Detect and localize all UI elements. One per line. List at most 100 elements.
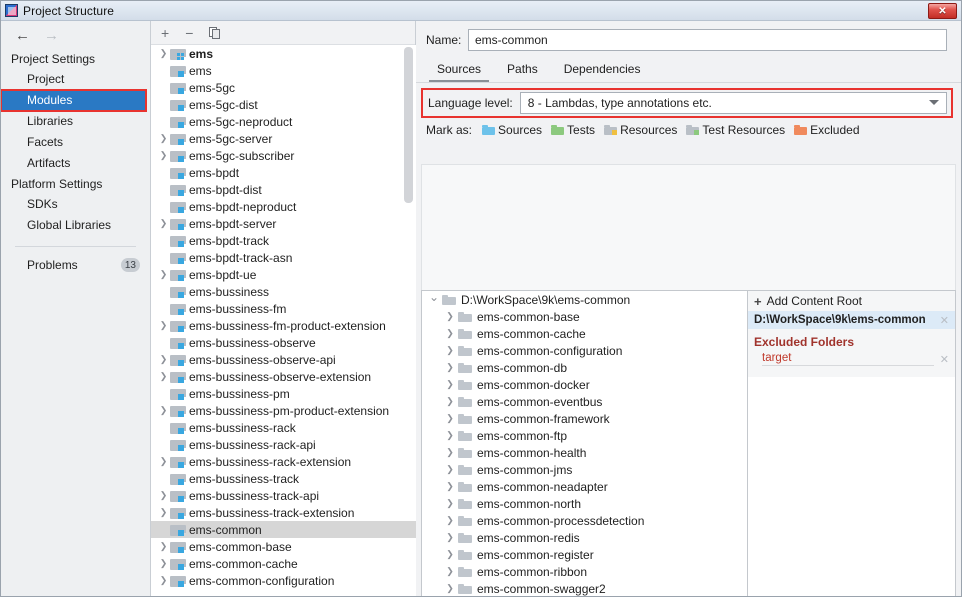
chevron-right-icon[interactable]: ❯ — [442, 379, 458, 390]
content-tree-item[interactable]: ❯ems-common-cache — [422, 325, 747, 342]
sidebar-item-problems[interactable]: Problems 13 — [1, 255, 150, 275]
module-list-item[interactable]: ❯ems-bussiness-rack — [151, 419, 416, 436]
mark-as-resources-button[interactable]: Resources — [604, 123, 677, 137]
chevron-right-icon[interactable]: ❯ — [442, 430, 458, 441]
chevron-right-icon[interactable]: ❯ — [442, 549, 458, 560]
content-tree-item[interactable]: ❯ems-common-ftp — [422, 427, 747, 444]
add-content-root-button[interactable]: + Add Content Root — [748, 291, 955, 311]
module-list-item[interactable]: ❯ems-bpdt-track-asn — [151, 249, 416, 266]
copy-module-icon[interactable] — [209, 27, 221, 39]
module-list-item[interactable]: ❯ems-bussiness-fm — [151, 300, 416, 317]
module-list-item[interactable]: ❯ems-bussiness-observe — [151, 334, 416, 351]
chevron-right-icon[interactable]: ❯ — [157, 541, 170, 552]
module-list-item[interactable]: ❯ems-bussiness-pm-product-extension — [151, 402, 416, 419]
module-list-item[interactable]: ❯ems-5gc-subscriber — [151, 147, 416, 164]
module-list-item[interactable]: ❯ems-bussiness-observe-api — [151, 351, 416, 368]
chevron-right-icon[interactable]: ❯ — [157, 218, 170, 229]
module-list-item[interactable]: ❯ems — [151, 62, 416, 79]
tab-sources[interactable]: Sources — [429, 60, 489, 82]
module-list-item[interactable]: ❯ems-bpdt-server — [151, 215, 416, 232]
mark-as-test-resources-button[interactable]: Test Resources — [686, 123, 785, 137]
module-list-item[interactable]: ❯ems-5gc — [151, 79, 416, 96]
module-list-item[interactable]: ❯ems-common — [151, 521, 416, 538]
language-level-select[interactable]: 8 - Lambdas, type annotations etc. — [520, 92, 947, 114]
chevron-right-icon[interactable]: ❯ — [442, 413, 458, 424]
module-list-item[interactable]: ❯ems-bpdt-ue — [151, 266, 416, 283]
mark-as-excluded-button[interactable]: Excluded — [794, 123, 859, 137]
content-tree-item[interactable]: ❯ems-common-configuration — [422, 342, 747, 359]
content-tree-item[interactable]: ❯ems-common-eventbus — [422, 393, 747, 410]
chevron-right-icon[interactable]: ❯ — [157, 269, 170, 280]
module-list-item[interactable]: ❯ems-bussiness-rack-api — [151, 436, 416, 453]
module-list-item[interactable]: ❯ems-5gc-neproduct — [151, 113, 416, 130]
module-list-item[interactable]: ❯ems-5gc-dist — [151, 96, 416, 113]
chevron-right-icon[interactable]: ❯ — [442, 498, 458, 509]
sidebar-item-sdks[interactable]: SDKs — [1, 194, 150, 215]
module-list-item[interactable]: ❯ems-bussiness-pm — [151, 385, 416, 402]
module-list-item[interactable]: ❯ems-bussiness-track-api — [151, 487, 416, 504]
sidebar-item-global-libraries[interactable]: Global Libraries — [1, 215, 150, 236]
chevron-right-icon[interactable]: ❯ — [442, 362, 458, 373]
sidebar-item-artifacts[interactable]: Artifacts — [1, 153, 150, 174]
modules-list[interactable]: ❯ems❯ems❯ems-5gc❯ems-5gc-dist❯ems-5gc-ne… — [151, 45, 416, 597]
chevron-right-icon[interactable]: ❯ — [157, 320, 170, 331]
content-tree-item[interactable]: ❯ems-common-base — [422, 308, 747, 325]
module-list-item[interactable]: ❯ems-bussiness-track-extension — [151, 504, 416, 521]
content-root-tree-root[interactable]: ⌄D:\WorkSpace\9k\ems-common — [422, 291, 747, 308]
chevron-right-icon[interactable]: ❯ — [157, 405, 170, 416]
content-tree-item[interactable]: ❯ems-common-framework — [422, 410, 747, 427]
module-list-item[interactable]: ❯ems-bpdt — [151, 164, 416, 181]
module-list-item[interactable]: ❯ems-common-cache — [151, 555, 416, 572]
mark-as-sources-button[interactable]: Sources — [482, 123, 542, 137]
module-list-item[interactable]: ❯ems-bussiness-rack-extension — [151, 453, 416, 470]
modules-scrollbar-thumb[interactable] — [404, 47, 413, 203]
sidebar-item-modules[interactable]: Modules — [1, 90, 146, 111]
remove-content-root-icon[interactable]: ✕ — [940, 314, 949, 327]
remove-module-icon[interactable]: − — [185, 26, 193, 40]
module-list-item[interactable]: ❯ems-bussiness — [151, 283, 416, 300]
back-arrow-icon[interactable]: ← — [15, 28, 30, 43]
content-tree-item[interactable]: ❯ems-common-jms — [422, 461, 747, 478]
module-list-item[interactable]: ❯ems-common-configuration — [151, 572, 416, 589]
chevron-right-icon[interactable]: ❯ — [157, 371, 170, 382]
chevron-right-icon[interactable]: ❯ — [442, 396, 458, 407]
content-root-tree[interactable]: ⌄D:\WorkSpace\9k\ems-common❯ems-common-b… — [421, 290, 748, 597]
content-tree-item[interactable]: ❯ems-common-swagger2 — [422, 580, 747, 597]
mark-as-tests-button[interactable]: Tests — [551, 123, 595, 137]
chevron-right-icon[interactable]: ❯ — [442, 447, 458, 458]
chevron-right-icon[interactable]: ❯ — [442, 481, 458, 492]
sidebar-item-libraries[interactable]: Libraries — [1, 111, 150, 132]
chevron-right-icon[interactable]: ❯ — [442, 566, 458, 577]
module-list-item[interactable]: ❯ems-common-base — [151, 538, 416, 555]
chevron-right-icon[interactable]: ❯ — [157, 490, 170, 501]
content-tree-item[interactable]: ❯ems-common-redis — [422, 529, 747, 546]
remove-excluded-folder-icon[interactable]: ✕ — [940, 353, 949, 366]
tab-dependencies[interactable]: Dependencies — [556, 60, 649, 82]
chevron-right-icon[interactable]: ❯ — [157, 354, 170, 365]
chevron-right-icon[interactable]: ❯ — [442, 532, 458, 543]
sidebar-item-project[interactable]: Project — [1, 69, 150, 90]
module-list-item[interactable]: ❯ems-bussiness-track — [151, 470, 416, 487]
module-name-input[interactable] — [468, 29, 947, 51]
module-list-item[interactable]: ❯ems-bpdt-track — [151, 232, 416, 249]
modules-scrollbar[interactable] — [404, 47, 413, 593]
content-tree-item[interactable]: ❯ems-common-processdetection — [422, 512, 747, 529]
excluded-folder-item[interactable]: target ✕ — [748, 351, 955, 367]
chevron-right-icon[interactable]: ❯ — [157, 456, 170, 467]
content-tree-item[interactable]: ❯ems-common-health — [422, 444, 747, 461]
content-tree-item[interactable]: ❯ems-common-register — [422, 546, 747, 563]
module-list-item[interactable]: ❯ems-bpdt-neproduct — [151, 198, 416, 215]
module-list-item[interactable]: ❯ems-5gc-server — [151, 130, 416, 147]
chevron-right-icon[interactable]: ❯ — [442, 311, 458, 322]
module-list-item[interactable]: ❯ems-bussiness-observe-extension — [151, 368, 416, 385]
content-tree-item[interactable]: ❯ems-common-neadapter — [422, 478, 747, 495]
content-tree-item[interactable]: ❯ems-common-north — [422, 495, 747, 512]
content-root-item[interactable]: D:\WorkSpace\9k\ems-common ✕ — [748, 311, 955, 329]
close-button[interactable]: ✕ — [928, 3, 957, 19]
content-tree-item[interactable]: ❯ems-common-ribbon — [422, 563, 747, 580]
content-tree-item[interactable]: ❯ems-common-db — [422, 359, 747, 376]
chevron-right-icon[interactable]: ❯ — [157, 558, 170, 569]
content-tree-item[interactable]: ❯ems-common-docker — [422, 376, 747, 393]
chevron-right-icon[interactable]: ❯ — [157, 133, 170, 144]
sidebar-item-facets[interactable]: Facets — [1, 132, 150, 153]
